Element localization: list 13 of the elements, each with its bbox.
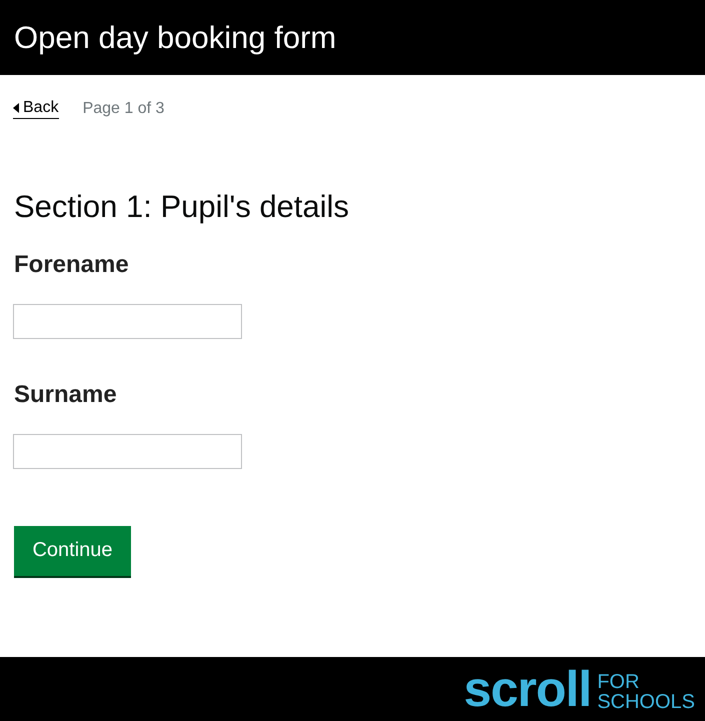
section-heading: Section 1: Pupil's details — [14, 188, 350, 226]
page-indicator: Page 1 of 3 — [82, 100, 164, 118]
logo-text: scroll — [464, 666, 592, 712]
caret-left-icon — [13, 103, 19, 113]
field-label: Surname — [14, 380, 118, 410]
field-label: Forename — [14, 251, 130, 280]
logo-subtext: FOR — [597, 672, 640, 692]
continue-button[interactable]: Continue — [14, 526, 131, 576]
input-field[interactable] — [13, 434, 242, 469]
page-title: Open day booking form — [14, 22, 336, 53]
input-field[interactable] — [13, 304, 242, 339]
back-link[interactable]: Back — [13, 99, 59, 119]
logo-subtext: SCHOOLS — [597, 692, 695, 712]
